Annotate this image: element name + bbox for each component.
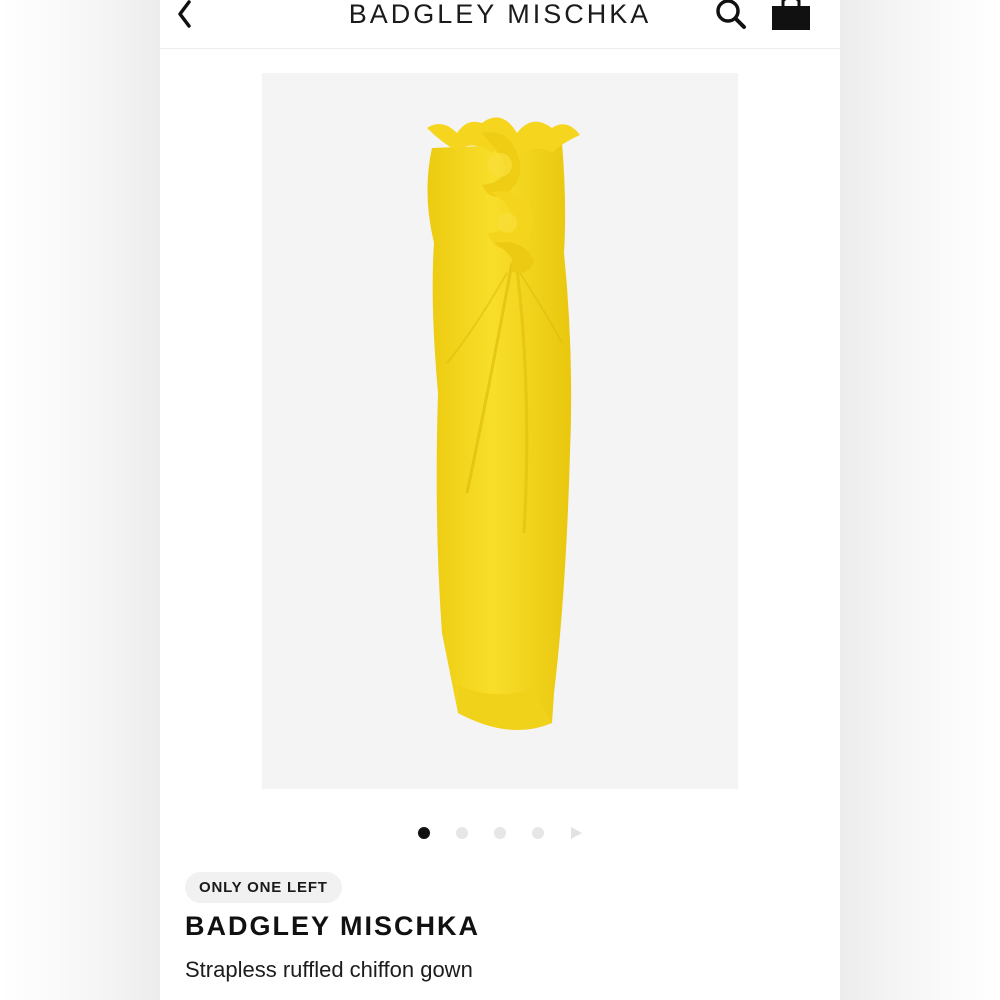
- right-backdrop: [840, 0, 1000, 1000]
- top-nav-bar: BADGLEY MISCHKA: [160, 0, 840, 49]
- carousel-dot[interactable]: [532, 827, 544, 839]
- search-icon: [716, 0, 746, 29]
- product-screen: BADGLEY MISCHKA ONLY ONE LEFT BADGLEY MI…: [160, 0, 840, 1000]
- shopping-bag-icon: [772, 0, 810, 30]
- search-button[interactable]: [711, 0, 751, 34]
- left-backdrop: [0, 0, 160, 1000]
- product-brand[interactable]: BADGLEY MISCHKA: [185, 906, 480, 946]
- shopping-bag-button[interactable]: [767, 0, 815, 34]
- carousel-next-button[interactable]: [569, 826, 583, 840]
- yellow-gown-image: [427, 117, 580, 731]
- stock-badge: ONLY ONE LEFT: [185, 872, 342, 903]
- image-carousel-indicator: [160, 826, 840, 840]
- carousel-dot[interactable]: [418, 827, 430, 839]
- play-arrow-icon: [571, 827, 582, 839]
- carousel-dot[interactable]: [456, 827, 468, 839]
- product-name: Strapless ruffled chiffon gown: [185, 957, 473, 982]
- carousel-dot[interactable]: [494, 827, 506, 839]
- product-image[interactable]: [262, 73, 738, 789]
